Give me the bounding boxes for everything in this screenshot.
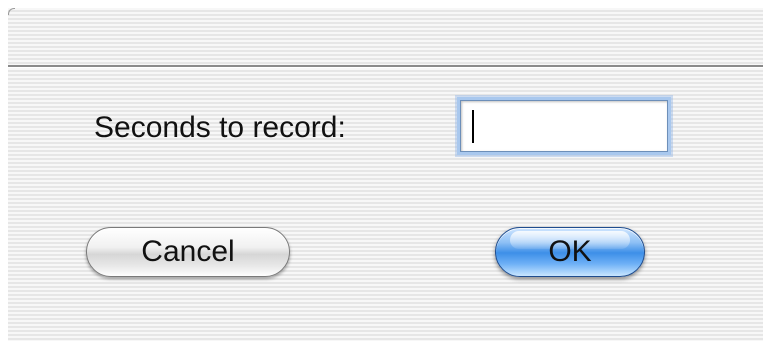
record-dialog: Seconds to record: Cancel OK (8, 8, 763, 341)
window-corner (8, 8, 15, 15)
cancel-button-label: Cancel (141, 235, 235, 268)
ok-button[interactable]: OK (495, 227, 645, 277)
seconds-input[interactable] (460, 100, 668, 152)
text-caret (472, 110, 474, 143)
ok-button-label: OK (548, 235, 592, 268)
seconds-label: Seconds to record: (94, 111, 346, 144)
title-bar[interactable] (8, 8, 763, 67)
cancel-button[interactable]: Cancel (86, 227, 290, 277)
